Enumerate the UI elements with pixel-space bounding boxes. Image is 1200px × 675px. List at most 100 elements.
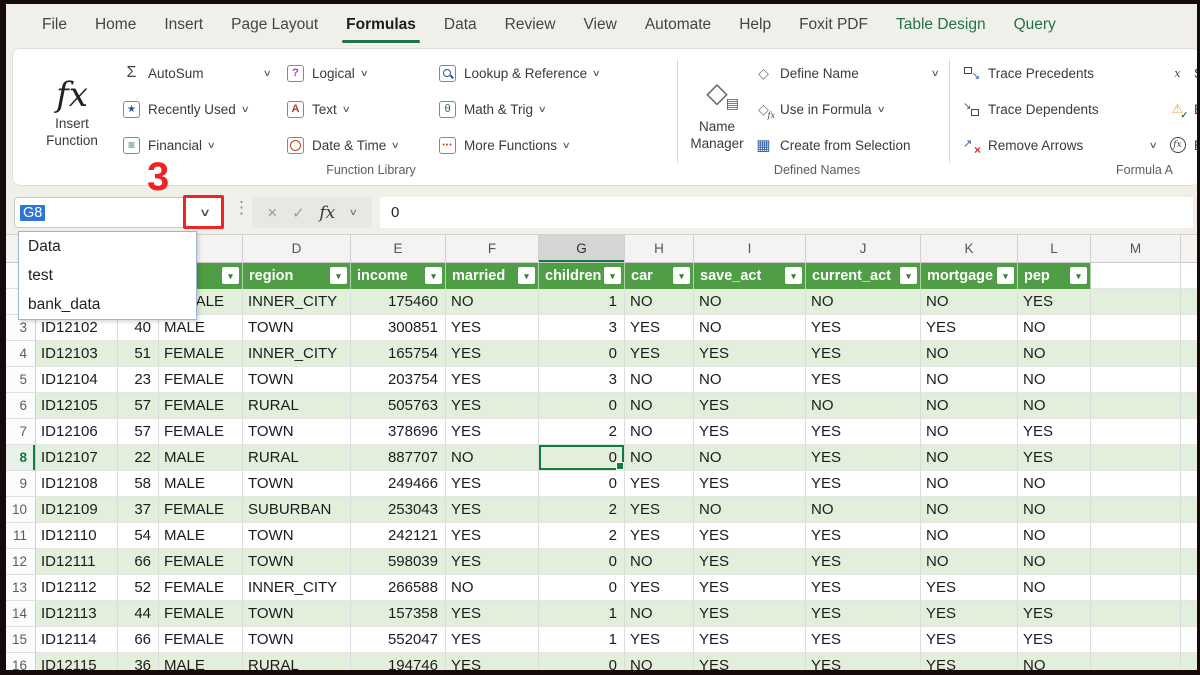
cell[interactable]: YES [921,601,1018,627]
cell[interactable]: 54 [118,523,159,549]
cell[interactable]: YES [694,575,806,601]
cell[interactable] [1091,627,1181,653]
cell[interactable]: YES [694,601,806,627]
cell[interactable]: YES [625,497,694,523]
cell[interactable]: RURAL [243,445,351,471]
cell[interactable]: NO [806,497,921,523]
enter-icon[interactable]: ✓ [292,204,305,222]
cell[interactable]: YES [806,523,921,549]
date-time-button[interactable]: Date & Time∨ [287,127,433,163]
tab-review[interactable]: Review [491,5,570,45]
cell[interactable] [1181,445,1200,471]
cell[interactable] [1091,445,1181,471]
cell[interactable]: YES [921,653,1018,675]
cell[interactable]: NO [625,653,694,675]
cell[interactable]: YES [446,601,539,627]
cell[interactable]: 2 [539,497,625,523]
cell[interactable]: YES [694,523,806,549]
cell[interactable] [1091,471,1181,497]
chevron-down-icon[interactable]: ∨ [263,68,272,79]
cell[interactable]: 57 [118,393,159,419]
cell[interactable]: MALE [159,445,243,471]
trace-dependents-button[interactable]: Trace Dependents [963,91,1161,127]
tab-insert[interactable]: Insert [150,5,217,45]
cell[interactable]: YES [1018,627,1091,653]
cell[interactable]: NO [1018,315,1091,341]
cell[interactable]: INNER_CITY [243,341,351,367]
row-header-4[interactable]: 4 [6,341,36,367]
cell[interactable]: 0 [539,393,625,419]
table-header-pep[interactable]: pep▾ [1018,263,1091,289]
cell[interactable]: NO [921,523,1018,549]
financial-button[interactable]: Financial∨ [123,127,275,163]
tab-query[interactable]: Query [1000,5,1070,45]
cell[interactable]: NO [921,289,1018,315]
tab-file[interactable]: File [28,5,81,45]
cell[interactable]: YES [446,471,539,497]
cell[interactable]: 0 [539,575,625,601]
cell[interactable]: 58 [118,471,159,497]
cell[interactable]: 165754 [351,341,446,367]
cell[interactable]: YES [694,393,806,419]
cell[interactable]: 552047 [351,627,446,653]
cell[interactable]: 378696 [351,419,446,445]
cell[interactable]: YES [625,523,694,549]
cell[interactable] [1091,289,1181,315]
cell[interactable] [1091,315,1181,341]
cell[interactable]: NO [1018,575,1091,601]
cell[interactable]: FEMALE [159,601,243,627]
formula-input[interactable]: 0 [380,197,1193,228]
cell[interactable]: FEMALE [159,341,243,367]
cell[interactable]: YES [694,627,806,653]
row-header-8[interactable]: 8 [6,445,36,471]
cell[interactable]: NO [694,367,806,393]
cell[interactable]: YES [694,341,806,367]
cell[interactable]: FEMALE [159,549,243,575]
text-button[interactable]: Text∨ [287,91,433,127]
cell[interactable]: ID12103 [36,341,118,367]
tab-data[interactable]: Data [430,5,491,45]
cell[interactable]: INNER_CITY [243,289,351,315]
cell[interactable]: 51 [118,341,159,367]
cell[interactable]: NO [1018,471,1091,497]
column-header-hidden[interactable] [1181,235,1200,263]
autosum-button[interactable]: AutoSum∨ [123,55,275,91]
remove-arrows-button[interactable]: Remove Arrows∨ [963,127,1161,163]
cell[interactable]: ID12113 [36,601,118,627]
row-header-11[interactable]: 11 [6,523,36,549]
cell[interactable]: 157358 [351,601,446,627]
cell[interactable]: MALE [159,471,243,497]
cell[interactable] [1181,367,1200,393]
cell[interactable]: 44 [118,601,159,627]
cell[interactable]: NO [625,419,694,445]
cell[interactable] [1181,289,1200,315]
cell[interactable]: YES [625,341,694,367]
cell[interactable]: 1 [539,627,625,653]
cell[interactable]: ID12104 [36,367,118,393]
cell[interactable] [1181,549,1200,575]
cell[interactable]: YES [446,367,539,393]
cell[interactable]: ID12107 [36,445,118,471]
cell[interactable] [1181,497,1200,523]
cell[interactable]: YES [1018,445,1091,471]
cell[interactable]: 242121 [351,523,446,549]
cell[interactable]: YES [446,393,539,419]
cell[interactable] [1181,419,1200,445]
filter-dropdown-icon[interactable]: ▾ [604,267,621,284]
cell[interactable]: TOWN [243,523,351,549]
filter-dropdown-icon[interactable]: ▾ [425,267,442,284]
cell[interactable]: NO [1018,523,1091,549]
filter-dropdown-icon[interactable]: ▾ [785,267,802,284]
column-header-G[interactable]: G [539,235,625,263]
cell[interactable]: 0 [539,471,625,497]
table-header-children[interactable]: children▾ [539,263,625,289]
row-header-16[interactable]: 16 [6,653,36,675]
cell[interactable]: NO [625,549,694,575]
cell[interactable]: ID12106 [36,419,118,445]
cell[interactable]: FEMALE [159,419,243,445]
cell[interactable]: 300851 [351,315,446,341]
row-header-6[interactable]: 6 [6,393,36,419]
cell[interactable]: YES [1018,419,1091,445]
cell[interactable]: TOWN [243,627,351,653]
cell[interactable] [1091,341,1181,367]
